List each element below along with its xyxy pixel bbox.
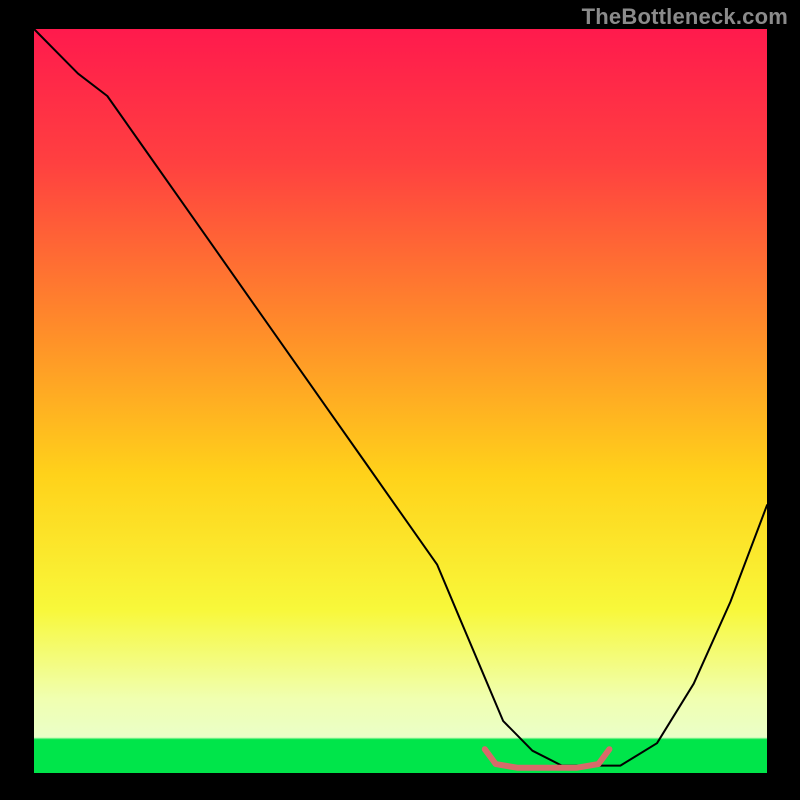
bottleneck-chart (0, 0, 800, 800)
chart-container: { "watermark": "TheBottleneck.com", "cha… (0, 0, 800, 800)
watermark-text: TheBottleneck.com (582, 4, 788, 30)
